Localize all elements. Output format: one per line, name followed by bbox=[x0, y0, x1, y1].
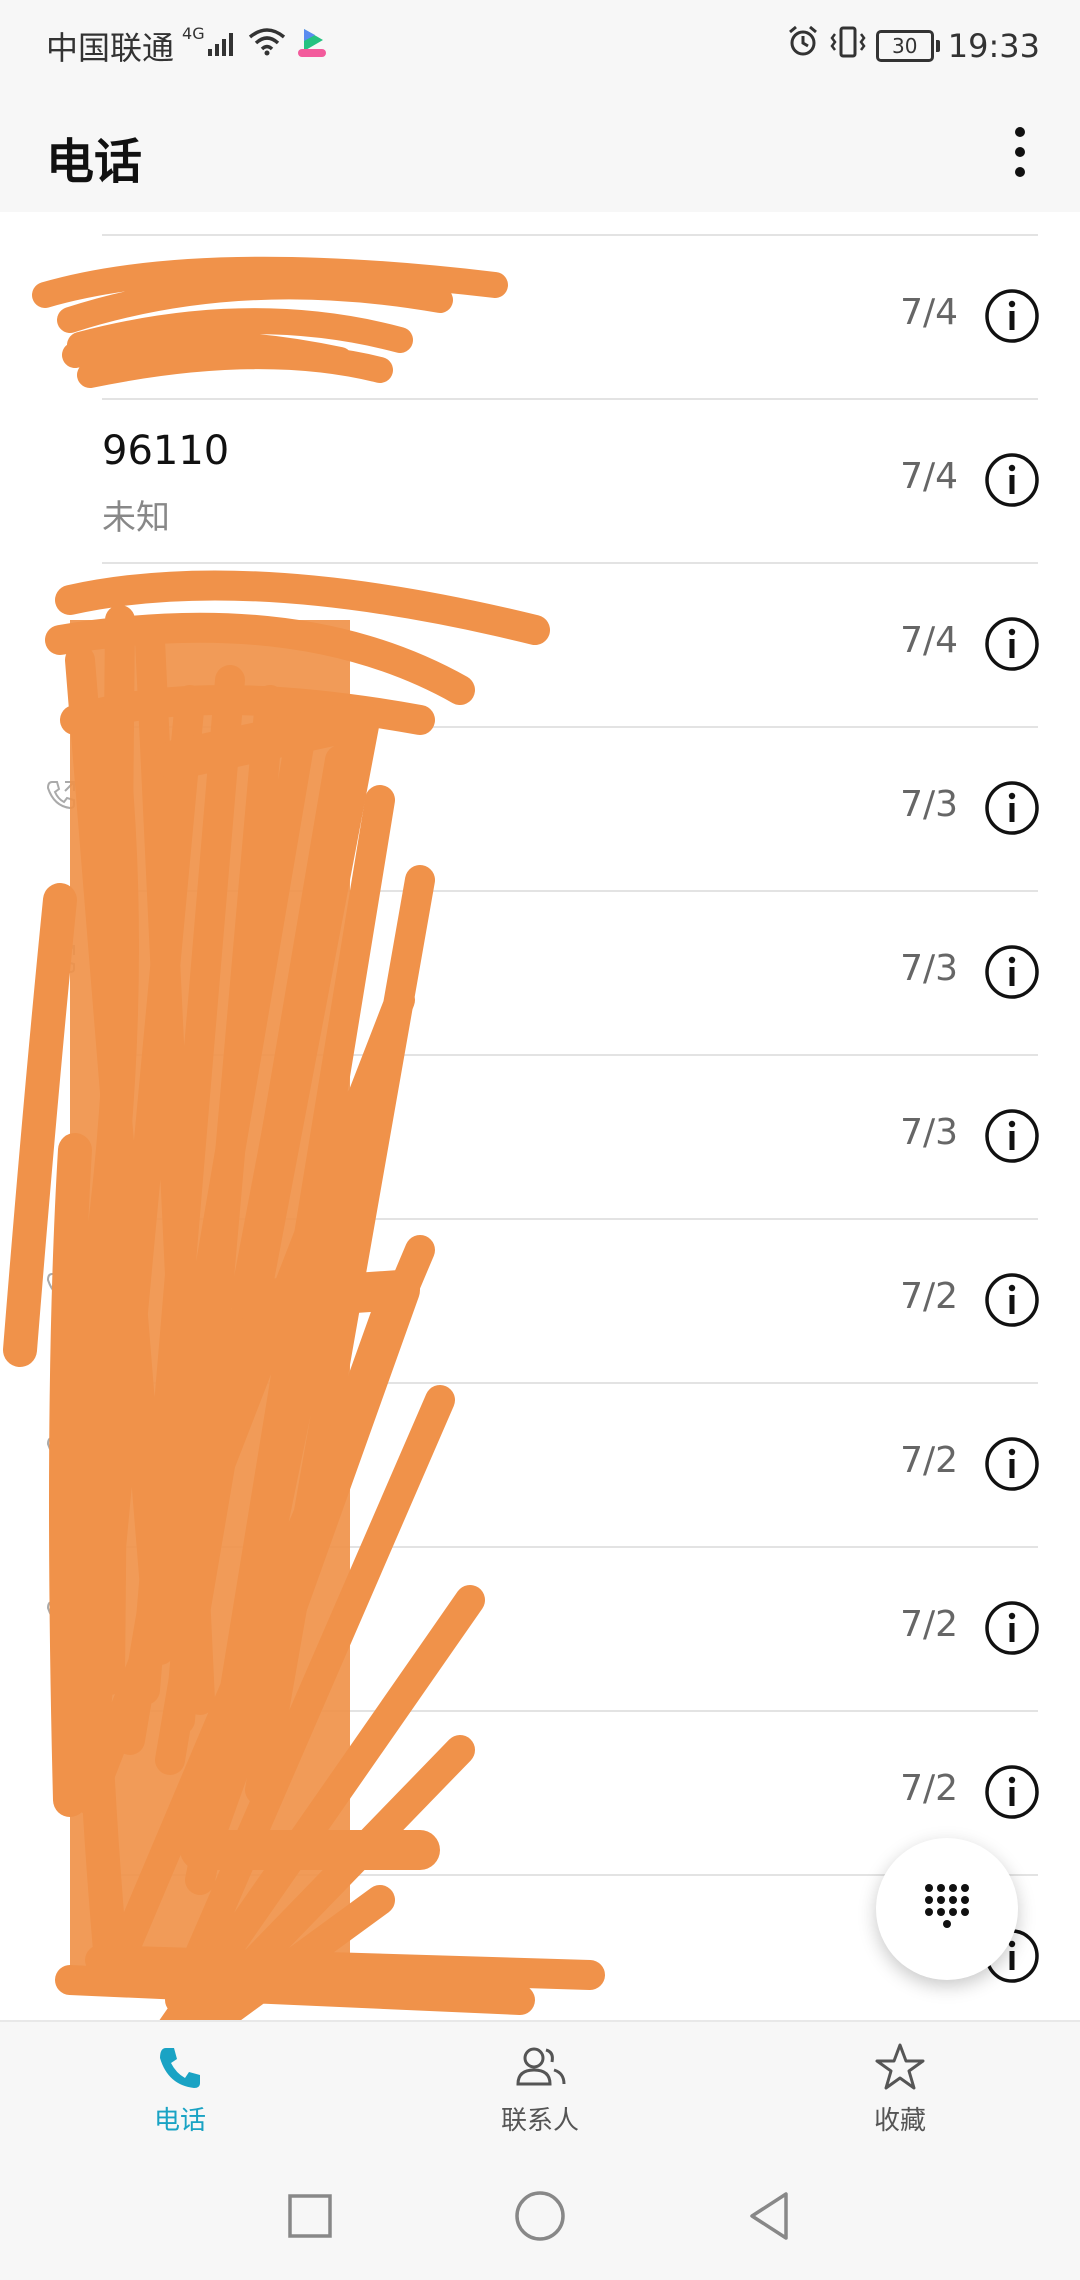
outgoing-call-icon bbox=[46, 781, 75, 810]
call-date: 7/4 bbox=[900, 292, 958, 333]
call-name: 96110 bbox=[102, 428, 230, 474]
video-app-icon bbox=[295, 25, 329, 67]
row-divider bbox=[102, 726, 1038, 728]
row-divider bbox=[102, 562, 1038, 564]
tab-phone[interactable]: 电话 bbox=[80, 2040, 280, 2140]
triangle-back-icon[interactable] bbox=[740, 2186, 800, 2246]
tab-phone-label: 电话 bbox=[153, 2106, 206, 2136]
row-divider bbox=[102, 1546, 1038, 1548]
outgoing-call-icon bbox=[46, 945, 75, 974]
call-date: 7/3 bbox=[900, 784, 958, 825]
call-log-row[interactable]: 7/2 bbox=[0, 1218, 1080, 1382]
info-icon[interactable] bbox=[984, 616, 1040, 672]
row-divider bbox=[102, 1710, 1038, 1712]
row-divider bbox=[102, 234, 1038, 236]
circle-icon[interactable] bbox=[510, 2186, 570, 2246]
tab-contacts-label: 联系人 bbox=[500, 2106, 579, 2136]
more-options-button[interactable] bbox=[990, 122, 1050, 182]
info-icon[interactable] bbox=[984, 1272, 1040, 1328]
signal-icon bbox=[207, 27, 239, 65]
page-title: 电话 bbox=[46, 134, 143, 190]
call-date: 7/3 bbox=[900, 1112, 958, 1153]
info-icon[interactable] bbox=[984, 1600, 1040, 1656]
clock: 19:33 bbox=[947, 27, 1040, 65]
info-icon[interactable] bbox=[984, 1108, 1040, 1164]
dialpad-icon bbox=[925, 1884, 969, 1928]
call-log-list: 7/4 96110 未知 7/4 7/4 7/3 7/3 7/3 7/2 7/2… bbox=[0, 212, 1080, 2020]
info-icon[interactable] bbox=[984, 452, 1040, 508]
info-icon[interactable] bbox=[984, 780, 1040, 836]
call-date: 7/4 bbox=[900, 620, 958, 661]
row-divider bbox=[102, 1218, 1038, 1220]
more-vert-icon bbox=[1015, 127, 1025, 177]
alarm-icon bbox=[786, 25, 820, 67]
square-icon[interactable] bbox=[280, 2186, 340, 2246]
call-date: 7/2 bbox=[900, 1604, 958, 1645]
star-icon bbox=[875, 2043, 925, 2090]
call-log-row[interactable]: 7/3 bbox=[0, 890, 1080, 1054]
row-divider bbox=[102, 1382, 1038, 1384]
outgoing-call-icon bbox=[46, 1437, 75, 1466]
call-date: 7/4 bbox=[900, 456, 958, 497]
bottom-navigation: 电话 联系人 收藏 bbox=[0, 2020, 1080, 2152]
call-log-row[interactable]: 7/2 bbox=[0, 1546, 1080, 1710]
call-date: 7/2 bbox=[900, 1440, 958, 1481]
tab-contacts[interactable]: 联系人 bbox=[440, 2040, 640, 2140]
tab-favorites[interactable]: 收藏 bbox=[800, 2040, 1000, 2140]
contacts-icon bbox=[516, 2047, 566, 2086]
call-log-row[interactable]: 7/3 bbox=[0, 726, 1080, 890]
network-type-label: 4G bbox=[182, 24, 205, 43]
call-log-row[interactable]: 7/4 bbox=[0, 234, 1080, 398]
row-divider bbox=[102, 398, 1038, 400]
system-navigation-bar bbox=[0, 2150, 1080, 2280]
outgoing-call-icon bbox=[46, 1601, 75, 1630]
call-log-row[interactable]: 96110 未知 7/4 bbox=[0, 398, 1080, 562]
call-date: 7/3 bbox=[900, 948, 958, 989]
tab-favorites-label: 收藏 bbox=[873, 2106, 926, 2136]
phone-app-screen: 中国联通 4G 30 19:33 电话 7/4 96110 未知 7/4 7/4… bbox=[0, 0, 1080, 2280]
info-icon[interactable] bbox=[984, 1764, 1040, 1820]
call-location: 未知 bbox=[102, 498, 170, 538]
app-bar: 电话 bbox=[0, 92, 1080, 212]
call-date: 7/2 bbox=[900, 1276, 958, 1317]
battery-indicator: 30 bbox=[875, 30, 940, 62]
call-log-row[interactable]: 7/2 bbox=[0, 1382, 1080, 1546]
status-bar: 中国联通 4G 30 19:33 bbox=[0, 0, 1080, 92]
status-left: 中国联通 4G bbox=[46, 22, 337, 70]
row-divider bbox=[102, 1054, 1038, 1056]
info-icon[interactable] bbox=[984, 944, 1040, 1000]
row-divider bbox=[102, 890, 1038, 892]
info-icon[interactable] bbox=[984, 288, 1040, 344]
status-right: 30 19:33 bbox=[786, 22, 1040, 70]
dialpad-button[interactable] bbox=[876, 1838, 1018, 1980]
phone-icon bbox=[160, 2048, 200, 2088]
call-log-row[interactable]: 7/3 bbox=[0, 1054, 1080, 1218]
carrier-label: 中国联通 bbox=[46, 29, 175, 67]
outgoing-call-icon bbox=[46, 1273, 75, 1302]
wifi-icon bbox=[247, 27, 287, 65]
call-log-row[interactable]: 7/4 bbox=[0, 562, 1080, 726]
vibrate-icon bbox=[828, 25, 868, 67]
info-icon[interactable] bbox=[984, 1436, 1040, 1492]
call-date: 7/2 bbox=[900, 1768, 958, 1809]
